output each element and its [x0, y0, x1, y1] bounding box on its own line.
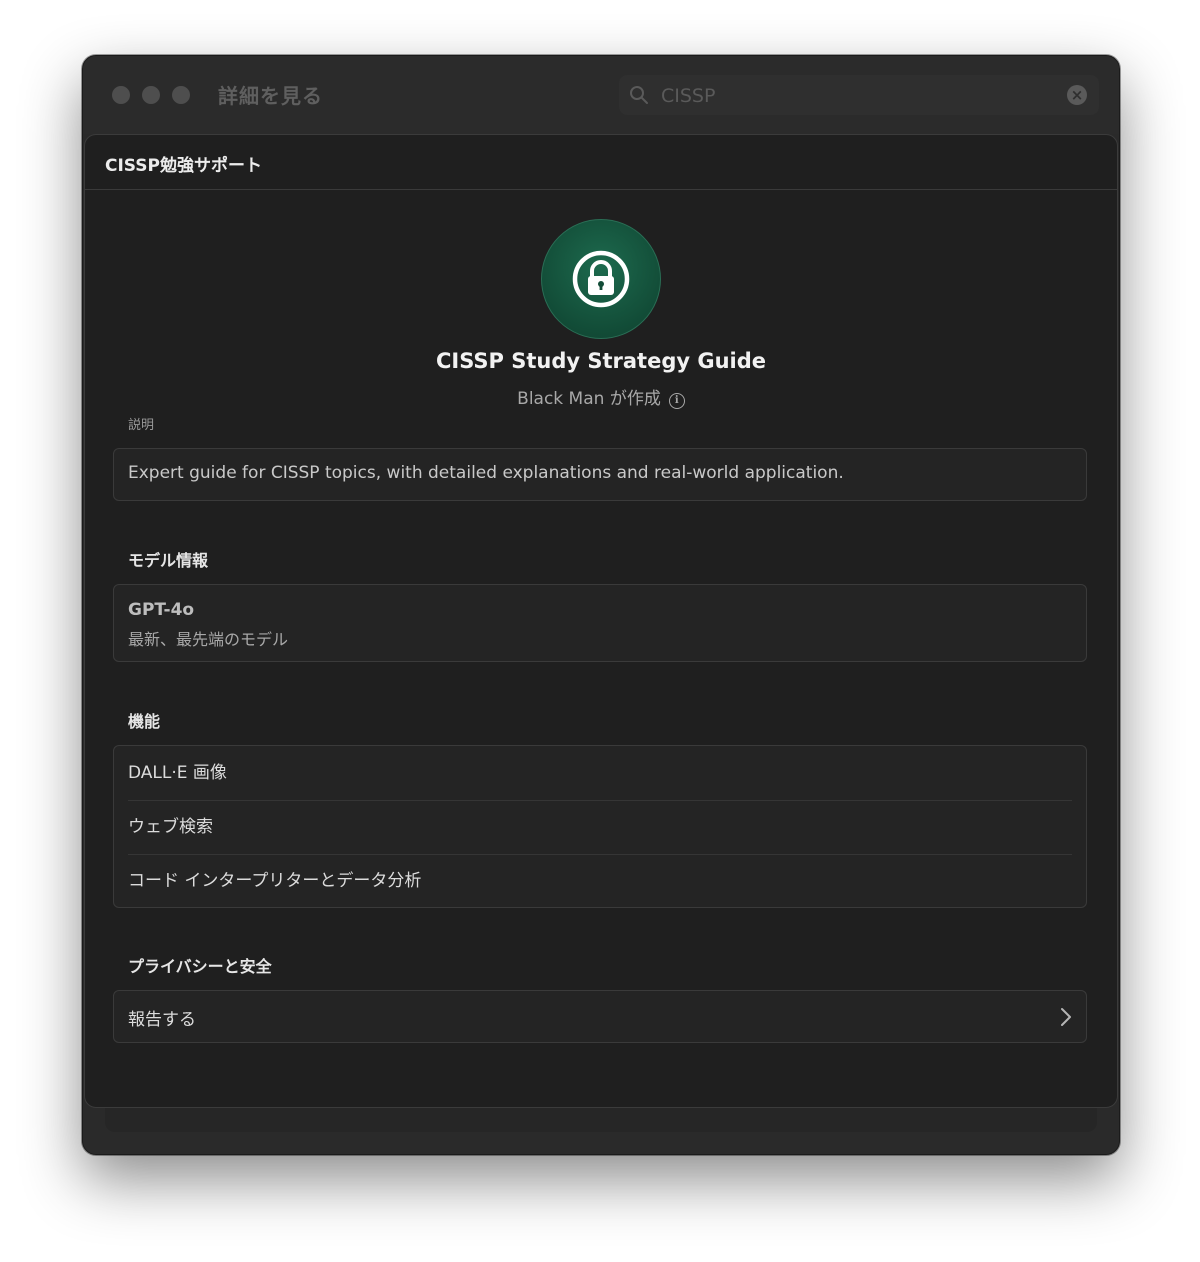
search-icon: [629, 85, 649, 109]
model-info-box: GPT-4o 最新、最先端のモデル: [113, 584, 1087, 662]
gpt-name: CISSP Study Strategy Guide: [435, 349, 767, 373]
report-button[interactable]: 報告する: [113, 990, 1087, 1043]
sheet-title: CISSP勉強サポート: [105, 156, 262, 176]
minimize-window-button[interactable]: [142, 86, 160, 104]
title-bar: 詳細を見る CISSP ×: [83, 56, 1119, 134]
sheet-header: CISSP勉強サポート: [85, 135, 1117, 190]
lock-icon: [572, 250, 630, 308]
capabilities-label: 機能: [128, 712, 161, 731]
zoom-window-button[interactable]: [172, 86, 190, 104]
description-box: Expert guide for CISSP topics, with deta…: [113, 448, 1087, 501]
report-label: 報告する: [128, 1010, 196, 1030]
description-label: 説明: [128, 418, 155, 433]
model-name: GPT-4o: [128, 600, 195, 620]
model-subtitle: 最新、最先端のモデル: [128, 630, 289, 649]
privacy-label: プライバシーと安全: [128, 957, 272, 976]
capabilities-box: DALL·E 画像 ウェブ検索 コード インタープリターとデータ分析: [113, 745, 1087, 908]
search-field[interactable]: CISSP ×: [619, 75, 1099, 115]
chevron-right-icon: [1061, 1008, 1071, 1026]
gpt-byline: Black Man が作成 i: [85, 384, 1117, 409]
capability-web-search: ウェブ検索: [128, 800, 1072, 855]
info-icon[interactable]: i: [668, 393, 685, 409]
description-text: Expert guide for CISSP topics, with deta…: [128, 463, 844, 483]
gpt-details-sheet: CISSP勉強サポート CISSP Study Strategy Guide B…: [84, 134, 1118, 1108]
window-title: 詳細を見る: [218, 84, 323, 108]
gpt-avatar: [541, 219, 661, 339]
capability-code-interpreter: コード インタープリターとデータ分析: [128, 871, 422, 891]
creator-label: Black Man が作成: [517, 389, 661, 409]
x-circle-icon[interactable]: ×: [1067, 85, 1087, 105]
close-window-button[interactable]: [112, 86, 130, 104]
app-window: 詳細を見る CISSP × CISSP勉強サポート CISSP Study St…: [82, 55, 1120, 1155]
model-info-label: モデル情報: [128, 551, 209, 570]
capability-dalle: DALL·E 画像: [128, 746, 1072, 801]
search-input[interactable]: CISSP: [661, 85, 715, 107]
